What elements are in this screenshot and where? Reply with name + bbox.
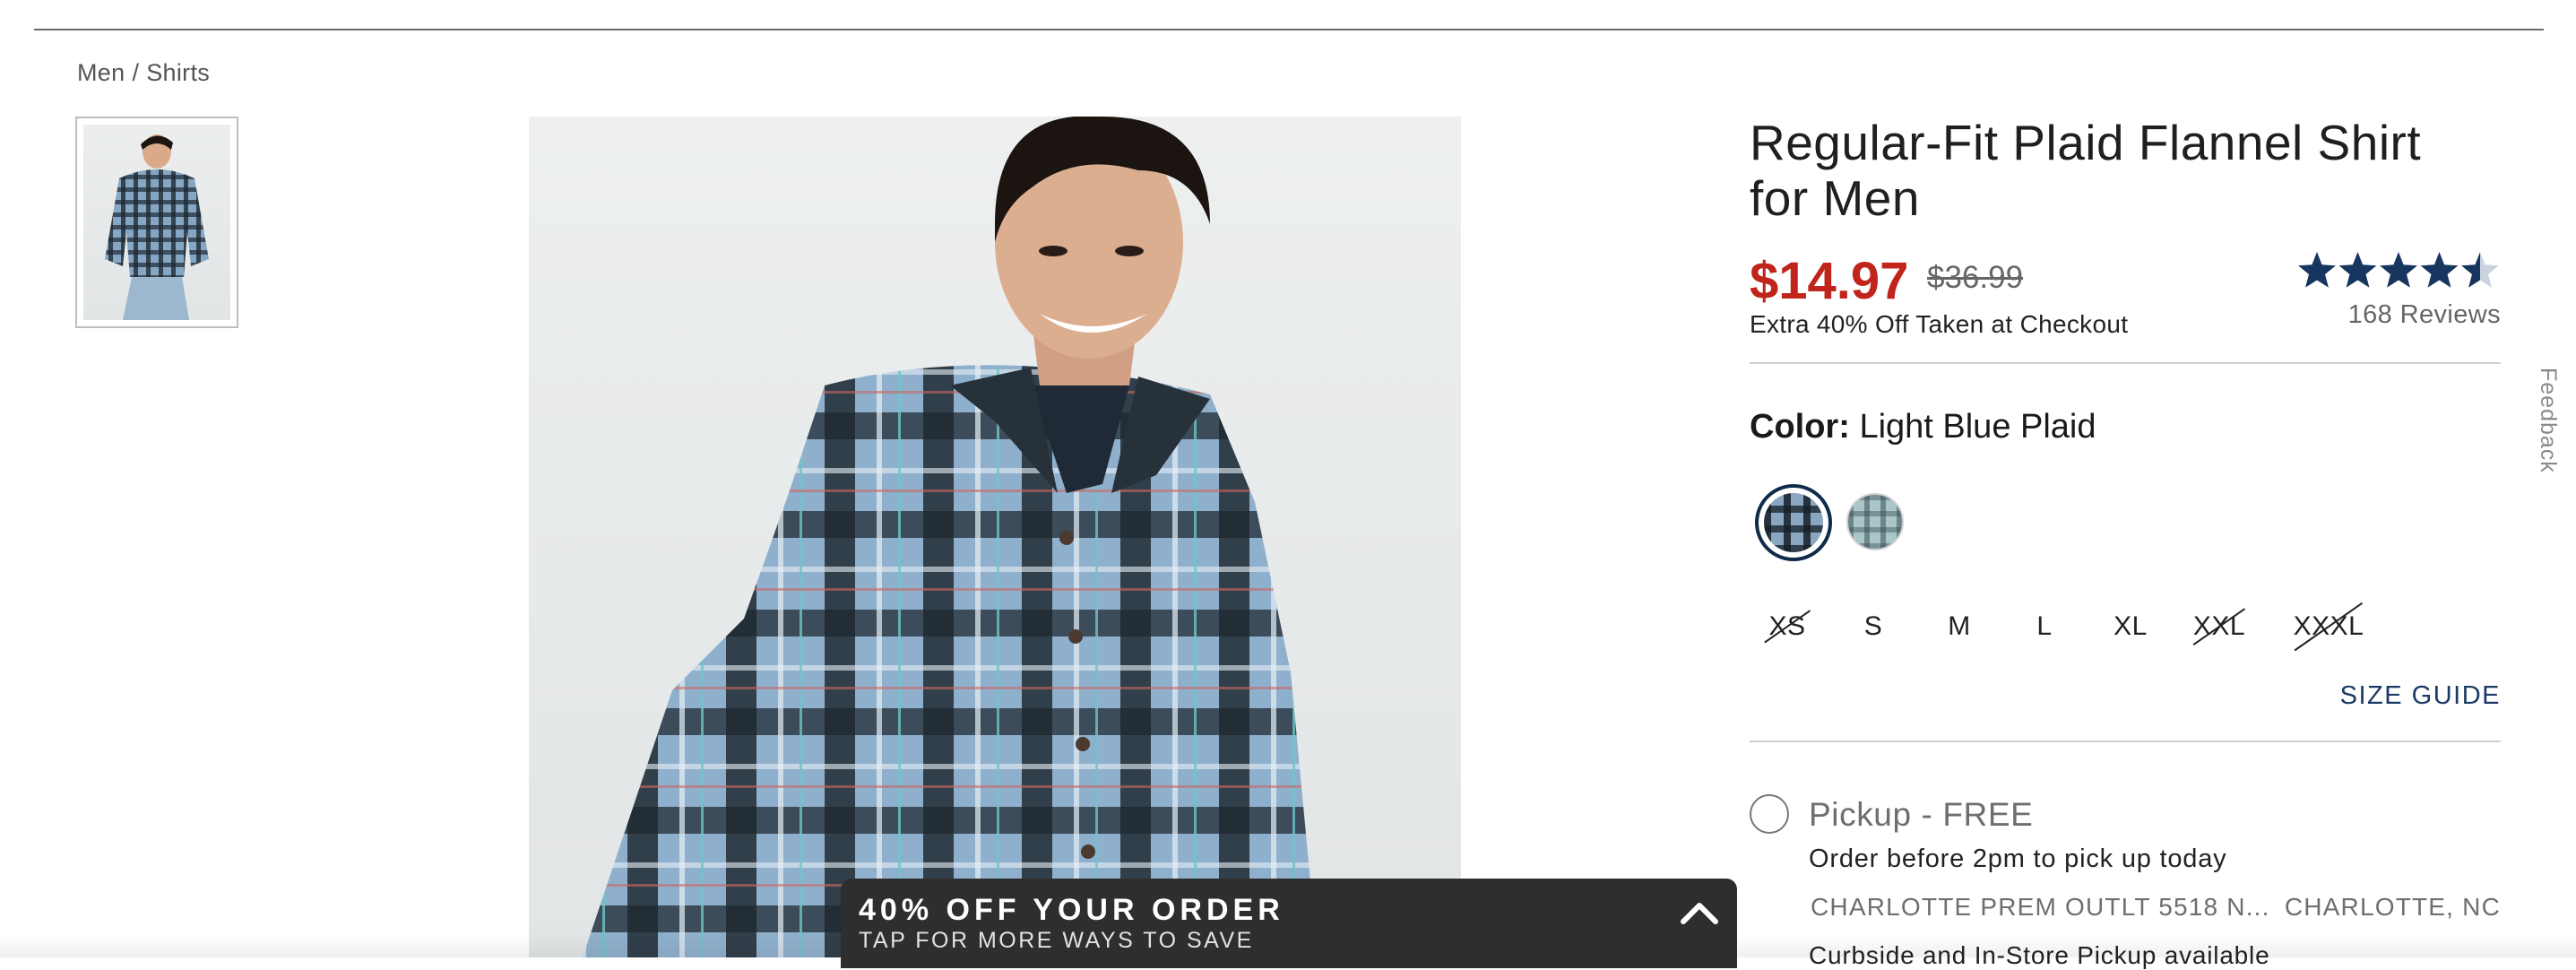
store-name-link[interactable]: CHARLOTTE PREM OUTLT 5518 N...	[1811, 893, 2270, 922]
size-l[interactable]: L	[2029, 604, 2060, 649]
chevron-up-icon[interactable]	[1678, 896, 1721, 929]
pickup-cutoff: Order before 2pm to pick up today	[1809, 844, 2227, 873]
thumbnail-image	[83, 125, 230, 320]
size-m[interactable]: M	[1940, 604, 1979, 649]
promo-bar[interactable]: 40% OFF YOUR ORDER TAP FOR MORE WAYS TO …	[841, 879, 1737, 968]
star-icon	[2461, 252, 2499, 288]
store-city: CHARLOTTE, NC	[2284, 893, 2501, 921]
color-label-row: Color: Light Blue Plaid	[1750, 408, 2096, 446]
feedback-tab[interactable]: Feedback	[2535, 368, 2561, 473]
promo-subtitle: TAP FOR MORE WAYS TO SAVE	[859, 928, 1254, 953]
curbside-note: Curbside and In-Store Pickup available	[1809, 941, 2270, 969]
color-label: Color:	[1750, 408, 1850, 446]
size-xl[interactable]: XL	[2108, 604, 2153, 649]
header-divider	[34, 29, 2544, 30]
reviews-link[interactable]: 168 Reviews	[2348, 300, 2501, 330]
star-icon	[2380, 252, 2417, 288]
color-value: Light Blue Plaid	[1859, 408, 2096, 446]
product-thumbnail[interactable]	[75, 117, 238, 328]
price-divider	[1750, 362, 2501, 364]
size-guide-link[interactable]: SIZE GUIDE	[2340, 681, 2501, 711]
star-rating[interactable]	[2296, 251, 2501, 292]
star-icon	[2420, 252, 2459, 288]
promo-title: 40% OFF YOUR ORDER	[859, 893, 1284, 927]
size-xxxl[interactable]: XXXL	[2291, 604, 2366, 649]
size-xxl[interactable]: XXL	[2191, 604, 2248, 649]
product-main-image[interactable]	[529, 117, 1461, 957]
original-price: $36.99	[1927, 260, 2024, 295]
size-xs[interactable]: XS	[1762, 604, 1812, 649]
swatch-light-blue-plaid[interactable]	[1755, 484, 1832, 561]
promo-note: Extra 40% Off Taken at Checkout	[1750, 310, 2129, 338]
product-title: Regular-Fit Plaid Flannel Shirt for Men	[1750, 115, 2422, 226]
pickup-radio[interactable]	[1750, 794, 1789, 834]
breadcrumb-men[interactable]: Men	[77, 59, 125, 86]
star-icon	[2338, 252, 2377, 288]
sale-price: $14.97	[1750, 252, 1909, 310]
breadcrumb: Men / Shirts	[77, 59, 210, 87]
star-icon	[2298, 252, 2336, 288]
size-divider	[1750, 740, 2501, 742]
pickup-label[interactable]: Pickup - FREE	[1809, 796, 2033, 834]
swatch-teal-plaid[interactable]	[1846, 493, 1904, 550]
size-s[interactable]: S	[1855, 604, 1891, 649]
breadcrumb-shirts[interactable]: Shirts	[146, 59, 210, 86]
breadcrumb-separator: /	[132, 59, 140, 86]
